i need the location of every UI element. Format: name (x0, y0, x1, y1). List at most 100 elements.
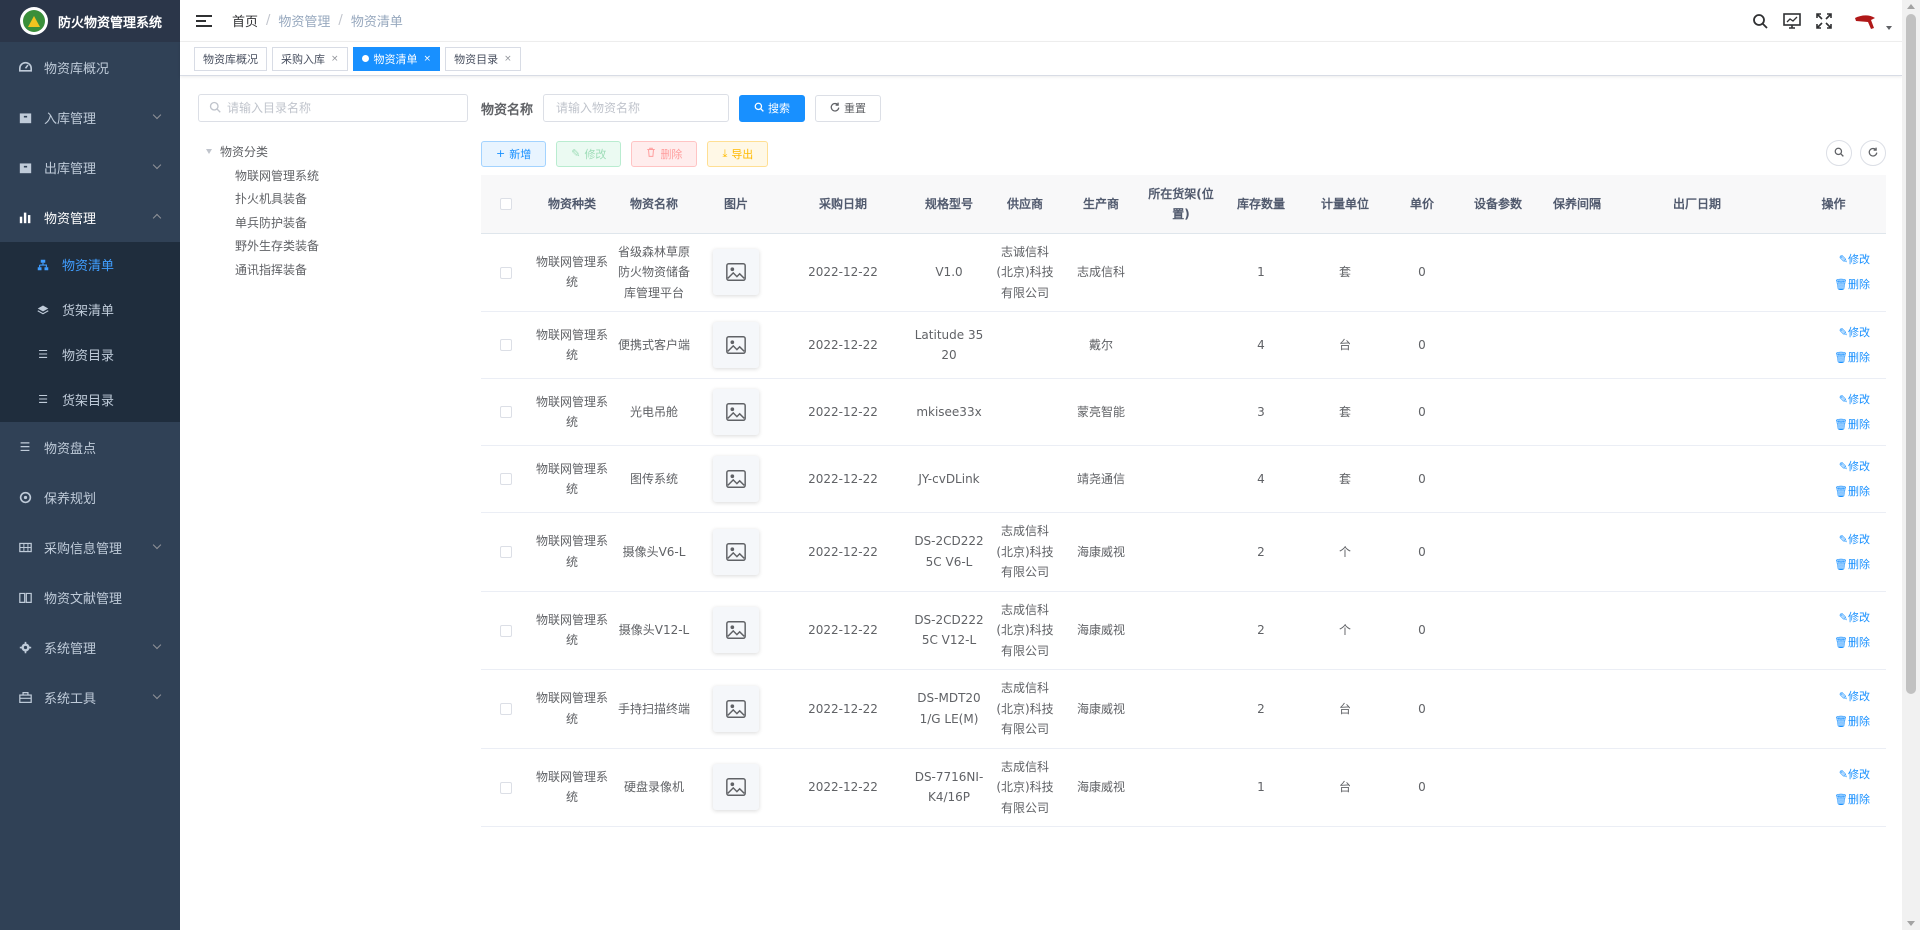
row-delete-link[interactable]: 🗑删除 (1785, 345, 1882, 370)
tree-node[interactable]: 野外生存类装备 (198, 234, 468, 258)
sidebar-subitem-shelf-catalog[interactable]: ☰ 货架目录 (0, 377, 180, 422)
sidebar-item-overview[interactable]: 物资库概况 (0, 42, 180, 92)
search-icon[interactable] (1744, 0, 1776, 42)
sidebar-subitem-material-list[interactable]: 物资清单 (0, 242, 180, 287)
row-edit-link[interactable]: ✎修改 (1785, 320, 1882, 345)
toggle-search-button[interactable] (1826, 140, 1852, 166)
row-select-cell[interactable] (481, 445, 531, 513)
row-checkbox[interactable] (500, 266, 512, 279)
tag-material-catalog[interactable]: 物资目录 × (445, 46, 521, 71)
row-checkbox[interactable] (500, 473, 512, 486)
tag-purchase-inbound[interactable]: 采购入库 × (272, 46, 348, 71)
row-edit-link[interactable]: ✎修改 (1785, 454, 1882, 479)
table-row[interactable]: 物联网管理系统 硬盘录像机 2022-12-22 DS-7716NI-K4/16P 志成… (481, 748, 1886, 827)
row-edit-link[interactable]: ✎修改 (1785, 527, 1882, 552)
row-select-cell[interactable] (481, 591, 531, 670)
add-button[interactable]: + 新增 (481, 140, 547, 167)
caret-down-icon[interactable] (206, 149, 212, 155)
scroll-up-arrow-icon[interactable] (1907, 4, 1915, 9)
table-row[interactable]: 物联网管理系统 便携式客户端 2022-12-22 Latitude 3520 戴尔 4 台… (481, 311, 1886, 379)
image-placeholder-icon[interactable] (713, 456, 759, 502)
table-row[interactable]: 物联网管理系统 摄像头V6-L 2022-12-22 DS-2CD2225C V6-L… (481, 512, 1886, 592)
row-delete-link[interactable]: 🗑删除 (1785, 552, 1882, 577)
reset-button[interactable]: 重置 (815, 94, 882, 122)
avatar[interactable] (1852, 7, 1880, 35)
sidebar-item-material[interactable]: 物资管理 (0, 192, 180, 242)
close-icon[interactable]: × (424, 54, 432, 64)
row-checkbox[interactable] (500, 546, 512, 558)
row-select-cell[interactable] (481, 669, 531, 749)
close-icon[interactable]: × (504, 54, 512, 64)
tag-material-list[interactable]: 物资清单 × (352, 46, 441, 71)
export-button[interactable]: ⤓ 导出 (707, 140, 769, 167)
sidebar-item-tools[interactable]: 系统工具 (0, 672, 180, 722)
tree-node[interactable]: 扑火机具装备 (198, 187, 468, 211)
sidebar-item-maintenance[interactable]: 保养规划 (0, 472, 180, 522)
row-edit-link[interactable]: ✎修改 (1785, 387, 1882, 412)
tree-node[interactable]: 物联网管理系统 (198, 164, 468, 188)
monitor-icon[interactable] (1776, 0, 1808, 42)
page-scrollbar[interactable] (1902, 0, 1920, 930)
row-checkbox[interactable] (500, 703, 512, 715)
row-checkbox[interactable] (500, 781, 512, 794)
table-row[interactable]: 物联网管理系统 省级森林草原防火物资储备库管理平台 2022-12-22 V1.0 志诚… (481, 233, 1886, 312)
row-edit-link[interactable]: ✎修改 (1785, 684, 1882, 709)
row-delete-link[interactable]: 🗑删除 (1785, 709, 1882, 734)
image-placeholder-icon[interactable] (713, 607, 759, 654)
row-checkbox[interactable] (500, 339, 512, 352)
select-all-cell[interactable] (481, 175, 531, 234)
row-edit-link[interactable]: ✎修改 (1785, 762, 1882, 787)
search-button[interactable]: 搜索 (739, 94, 806, 122)
image-placeholder-icon[interactable] (713, 322, 759, 368)
image-placeholder-icon[interactable] (713, 528, 759, 575)
sidebar-item-system[interactable]: 系统管理 (0, 622, 180, 672)
row-checkbox[interactable] (500, 624, 512, 637)
row-delete-link[interactable]: 🗑删除 (1785, 787, 1882, 812)
tree-search-field[interactable] (198, 94, 468, 122)
table-row[interactable]: 物联网管理系统 摄像头V12-L 2022-12-22 DS-2CD2225C V12… (481, 591, 1886, 670)
breadcrumb-home[interactable]: 首页 (232, 11, 258, 30)
logo[interactable]: 防火物资管理系统 (0, 0, 180, 42)
sidebar-item-inventory-check[interactable]: ☰ 物资盘点 (0, 422, 180, 472)
image-placeholder-icon[interactable] (713, 764, 759, 811)
tree-node[interactable]: 通讯指挥装备 (198, 258, 468, 282)
row-edit-link[interactable]: ✎修改 (1785, 605, 1882, 630)
hamburger-icon[interactable] (196, 14, 212, 27)
material-name-input[interactable] (543, 94, 730, 122)
row-edit-link[interactable]: ✎修改 (1785, 247, 1882, 272)
sidebar-item-outbound[interactable]: 出库管理 (0, 142, 180, 192)
tree-search-input[interactable] (227, 101, 447, 115)
tree-node[interactable]: 单兵防护装备 (198, 211, 468, 235)
row-delete-link[interactable]: 🗑删除 (1785, 479, 1882, 504)
row-delete-link[interactable]: 🗑删除 (1785, 272, 1882, 297)
row-select-cell[interactable] (481, 512, 531, 592)
table-row[interactable]: 物联网管理系统 光电吊舱 2022-12-22 mkisee33x 蒙亮智能 3 套 0 ✎修改… (481, 378, 1886, 446)
scrollbar-thumb[interactable] (1906, 14, 1916, 694)
table-row[interactable]: 物联网管理系统 手持扫描终端 2022-12-22 DS-MDT201/G LE(M)… (481, 669, 1886, 749)
row-delete-link[interactable]: 🗑删除 (1785, 412, 1882, 437)
sidebar-subitem-material-catalog[interactable]: ☰ 物资目录 (0, 332, 180, 377)
refresh-button[interactable] (1860, 140, 1886, 166)
sidebar-item-documents[interactable]: 物资文献管理 (0, 572, 180, 622)
image-placeholder-icon[interactable] (713, 249, 759, 296)
sidebar-item-procurement[interactable]: 采购信息管理 (0, 522, 180, 572)
row-select-cell[interactable] (481, 378, 531, 446)
fullscreen-icon[interactable] (1808, 0, 1840, 42)
sidebar-item-inbound[interactable]: 入库管理 (0, 92, 180, 142)
delete-button[interactable]: 删除 (631, 140, 698, 167)
row-select-cell[interactable] (481, 748, 531, 827)
select-all-checkbox[interactable] (500, 198, 512, 211)
image-placeholder-icon[interactable] (713, 389, 759, 435)
sidebar-subitem-shelf-list[interactable]: 货架清单 (0, 287, 180, 332)
image-placeholder-icon[interactable] (713, 685, 759, 732)
row-checkbox[interactable] (500, 406, 512, 419)
row-select-cell[interactable] (481, 311, 531, 379)
row-delete-link[interactable]: 🗑删除 (1785, 630, 1882, 655)
scroll-down-arrow-icon[interactable] (1907, 921, 1915, 926)
table-row[interactable]: 物联网管理系统 图传系统 2022-12-22 JY-cvDLink 靖尧通信 4 套 0 ✎修… (481, 445, 1886, 513)
edit-button[interactable]: ✎ 修改 (556, 140, 622, 167)
tag-overview[interactable]: 物资库概况 (194, 46, 267, 71)
row-select-cell[interactable] (481, 233, 531, 312)
tree-node-root[interactable]: 物资分类 (198, 140, 468, 164)
caret-down-icon[interactable] (1886, 26, 1892, 30)
